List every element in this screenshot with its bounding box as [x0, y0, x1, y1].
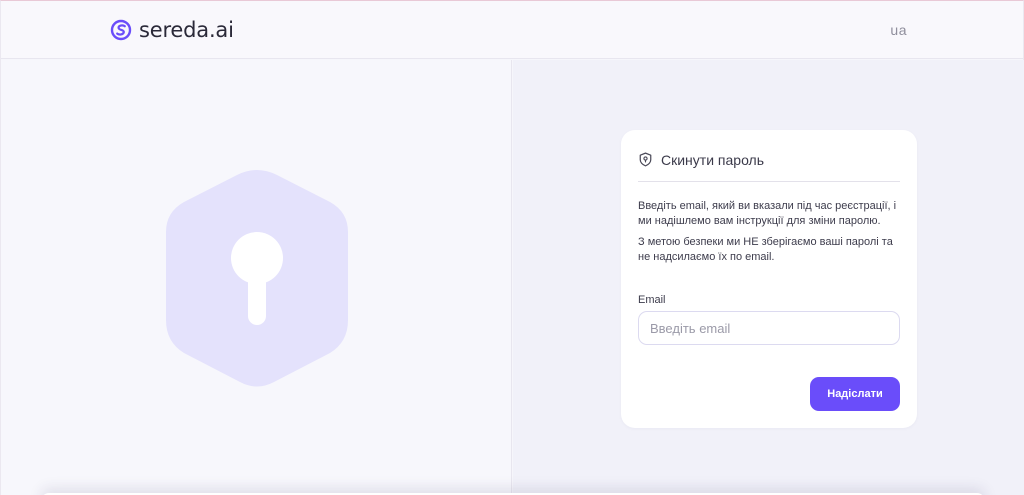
illustration-pane	[1, 60, 512, 495]
form-pane: Скинути пароль Введіть email, який ви вк…	[513, 60, 1024, 495]
shield-keyhole-icon	[166, 170, 348, 387]
email-label: Email	[638, 294, 666, 306]
language-switcher[interactable]: ua	[890, 22, 907, 38]
instructions-paragraph: Введіть email, який ви вказали під час р…	[638, 200, 897, 227]
card-title: Скинути пароль	[661, 151, 765, 168]
brand-logo[interactable]: sereda.ai	[110, 18, 234, 42]
shield-pin-icon	[639, 152, 652, 167]
security-note: З метою безпеки ми НЕ зберігаємо ваші па…	[638, 236, 893, 263]
email-field[interactable]	[638, 311, 900, 345]
submit-button[interactable]: Надіслати	[810, 377, 900, 411]
brand-name: sereda.ai	[139, 18, 234, 42]
instructions: Введіть email, який ви вказали під час р…	[638, 199, 906, 265]
top-bar: sereda.ai ua	[1, 1, 1023, 59]
reset-password-card: Скинути пароль Введіть email, який ви вк…	[621, 130, 917, 428]
page: sereda.ai ua Скинути пароль Введіть emai…	[0, 0, 1024, 495]
card-header: Скинути пароль	[638, 144, 900, 182]
sereda-logo-icon	[110, 19, 132, 41]
